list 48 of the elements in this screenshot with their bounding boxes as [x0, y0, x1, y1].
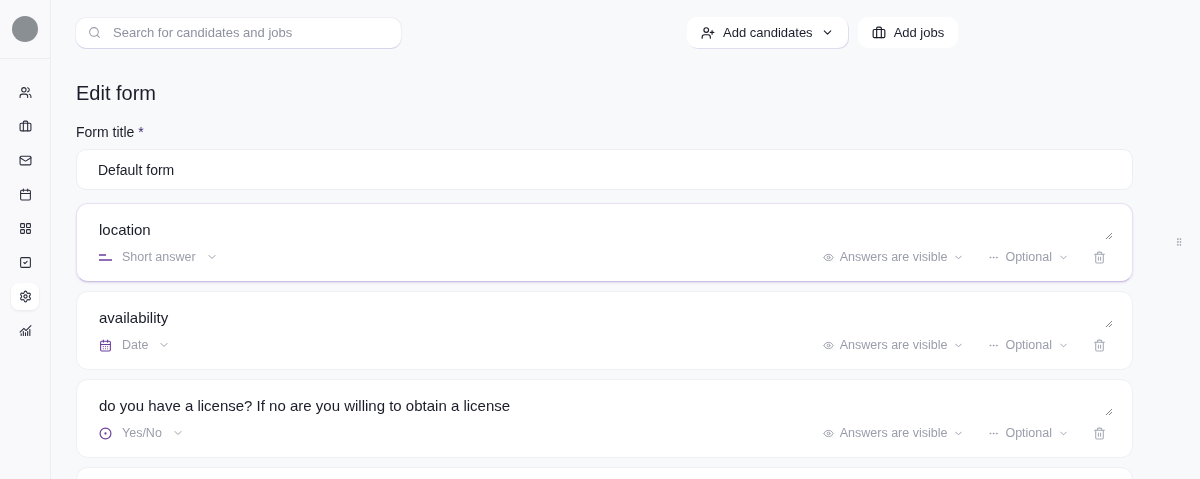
- users-icon: [18, 86, 32, 99]
- chart-icon: [18, 324, 32, 337]
- briefcase-icon: [871, 25, 886, 40]
- resize-grip-icon: [1105, 408, 1112, 415]
- requirement-dropdown[interactable]: Optional: [988, 426, 1069, 440]
- calendar-icon: [18, 188, 32, 201]
- question-text: location: [99, 220, 151, 240]
- question-type-dropdown[interactable]: Date: [99, 338, 171, 352]
- briefcase-icon: [18, 120, 32, 133]
- mail-icon: [18, 154, 32, 167]
- question-text: availability: [99, 308, 169, 328]
- eye-icon: [822, 339, 834, 351]
- question-type-dropdown[interactable]: Yes/No: [99, 426, 184, 440]
- resize-grip-icon: [1105, 232, 1112, 239]
- settings-icon: [18, 290, 32, 303]
- user-plus-icon: [701, 25, 715, 40]
- avatar[interactable]: [12, 16, 38, 42]
- visibility-dropdown[interactable]: Answers are visible: [822, 338, 965, 352]
- add-jobs-button[interactable]: Add jobs: [857, 17, 959, 48]
- drag-handle-icon[interactable]: [1174, 237, 1184, 247]
- required-mark: *: [138, 124, 144, 140]
- trash-icon: [1093, 426, 1106, 440]
- trash-icon: [1093, 250, 1106, 264]
- page-title: Edit form: [76, 81, 158, 105]
- question-card[interactable]: availability Date Answers are visible Optional: [76, 291, 1133, 370]
- add-candidates-button[interactable]: Add candidates: [687, 17, 848, 48]
- question-card[interactable]: do you have a license? If no are you willing to obtain a license Yes/No Answers are visible Optional: [76, 379, 1133, 458]
- calendar-icon: [99, 338, 112, 352]
- checkbox-icon: [18, 256, 32, 269]
- eye-icon: [822, 251, 834, 263]
- resize-grip-icon: [1105, 320, 1112, 327]
- requirement-dropdown[interactable]: Optional: [988, 250, 1069, 264]
- field-label: Form title: [76, 124, 135, 140]
- form-title-field[interactable]: Default form: [76, 149, 1133, 190]
- question-type-dropdown[interactable]: Short answer: [99, 250, 218, 264]
- short-answer-icon: [99, 253, 112, 261]
- eye-icon: [822, 427, 834, 439]
- requirement-dropdown[interactable]: Optional: [988, 338, 1069, 352]
- radio-icon: [99, 426, 112, 440]
- trash-icon: [1093, 338, 1106, 352]
- grid-icon: [18, 222, 32, 235]
- visibility-dropdown[interactable]: Answers are visible: [822, 426, 965, 440]
- question-text: do you have a license? If no are you willing to obtain a license: [99, 396, 511, 416]
- question-card[interactable]: location Short answer Answers are visible Optional: [76, 203, 1133, 282]
- search-field[interactable]: Search for candidates and jobs: [76, 17, 401, 48]
- visibility-dropdown[interactable]: Answers are visible: [822, 250, 965, 264]
- sidebar-item[interactable]: [11, 283, 39, 310]
- search-icon: [88, 25, 101, 39]
